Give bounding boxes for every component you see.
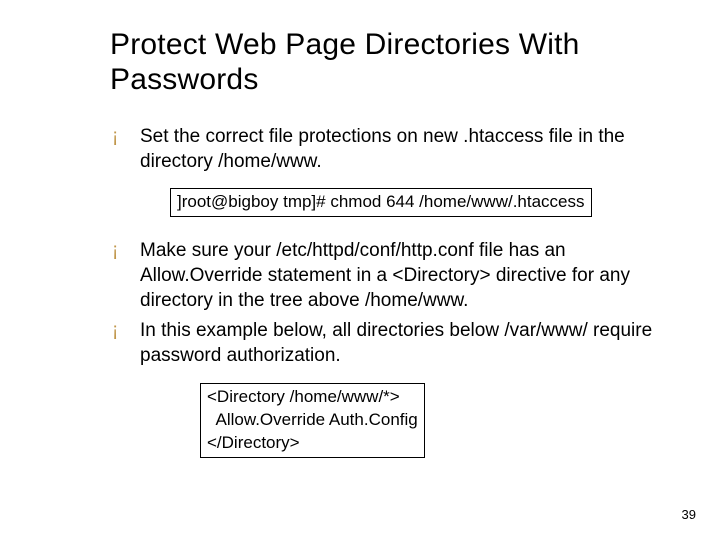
slide: Protect Web Page Directories With Passwo… — [0, 0, 720, 540]
bullet-item: Set the correct file protections on new … — [110, 125, 660, 174]
code-block-wrap: <Directory /home/www/*> Allow.Override A… — [200, 383, 660, 458]
code-block-wrap: ]root@bigboy tmp]# chmod 644 /home/www/.… — [170, 188, 660, 217]
code-block: ]root@bigboy tmp]# chmod 644 /home/www/.… — [170, 188, 592, 217]
bullet-item: In this example below, all directories b… — [110, 319, 660, 368]
bullet-list: Set the correct file protections on new … — [110, 125, 660, 174]
bullet-text: In this example below, all directories b… — [140, 320, 652, 366]
bullet-text: Set the correct file protections on new … — [140, 126, 625, 172]
code-block: <Directory /home/www/*> Allow.Override A… — [200, 383, 425, 458]
bullet-text: Make sure your /etc/httpd/conf/http.conf… — [140, 240, 630, 310]
slide-title: Protect Web Page Directories With Passwo… — [110, 28, 660, 97]
page-number: 39 — [682, 507, 696, 522]
bullet-list: Make sure your /etc/httpd/conf/http.conf… — [110, 239, 660, 368]
bullet-item: Make sure your /etc/httpd/conf/http.conf… — [110, 239, 660, 313]
